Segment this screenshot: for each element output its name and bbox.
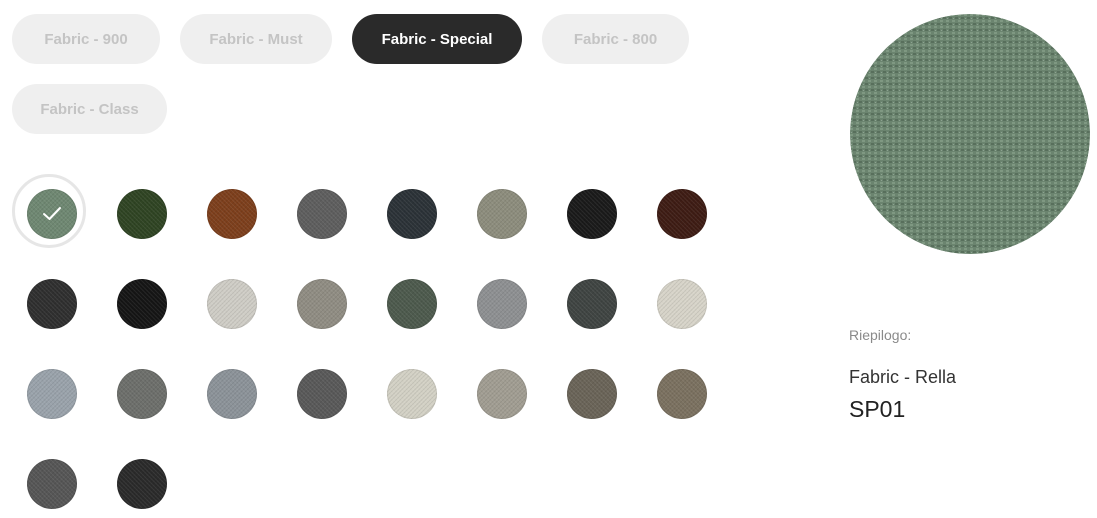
fabric-preview [850, 14, 1090, 254]
fabric-swatch[interactable] [27, 279, 77, 329]
fabric-swatch[interactable] [567, 279, 617, 329]
fabric-swatch[interactable] [207, 279, 257, 329]
fabric-swatch[interactable] [297, 189, 347, 239]
tab-fabric-special[interactable]: Fabric - Special [352, 14, 522, 64]
fabric-swatch[interactable] [477, 279, 527, 329]
fabric-swatch[interactable] [27, 459, 77, 509]
fabric-swatch[interactable] [657, 369, 707, 419]
summary-label: Riepilogo: [849, 327, 912, 343]
tab-fabric-must[interactable]: Fabric - Must [180, 14, 332, 64]
fabric-swatch[interactable] [477, 369, 527, 419]
fabric-swatch[interactable] [387, 189, 437, 239]
fabric-swatch[interactable] [477, 189, 527, 239]
fabric-swatch[interactable] [117, 189, 167, 239]
summary-fabric-name: Fabric - Rella [849, 367, 957, 387]
checkmark-icon [27, 189, 77, 239]
fabric-swatch[interactable] [117, 369, 167, 419]
tab-fabric-800[interactable]: Fabric - 800 [542, 14, 689, 64]
fabric-swatch[interactable] [27, 369, 77, 419]
fabric-swatch[interactable] [387, 279, 437, 329]
fabric-swatch[interactable] [567, 189, 617, 239]
fabric-swatch[interactable] [12, 174, 86, 248]
fabric-swatch[interactable] [297, 279, 347, 329]
fabric-swatch[interactable] [657, 279, 707, 329]
fabric-swatch[interactable] [387, 369, 437, 419]
fabric-swatch[interactable] [657, 189, 707, 239]
summary-fabric-code: SP01 [849, 396, 906, 422]
fabric-swatch[interactable] [297, 369, 347, 419]
fabric-swatch[interactable] [117, 459, 167, 509]
fabric-swatch[interactable] [567, 369, 617, 419]
tab-fabric-900[interactable]: Fabric - 900 [12, 14, 160, 64]
fabric-swatch[interactable] [207, 189, 257, 239]
tab-fabric-class[interactable]: Fabric - Class [12, 84, 167, 134]
fabric-swatch[interactable] [207, 369, 257, 419]
fabric-preview-texture [850, 14, 1090, 254]
fabric-swatch[interactable] [117, 279, 167, 329]
